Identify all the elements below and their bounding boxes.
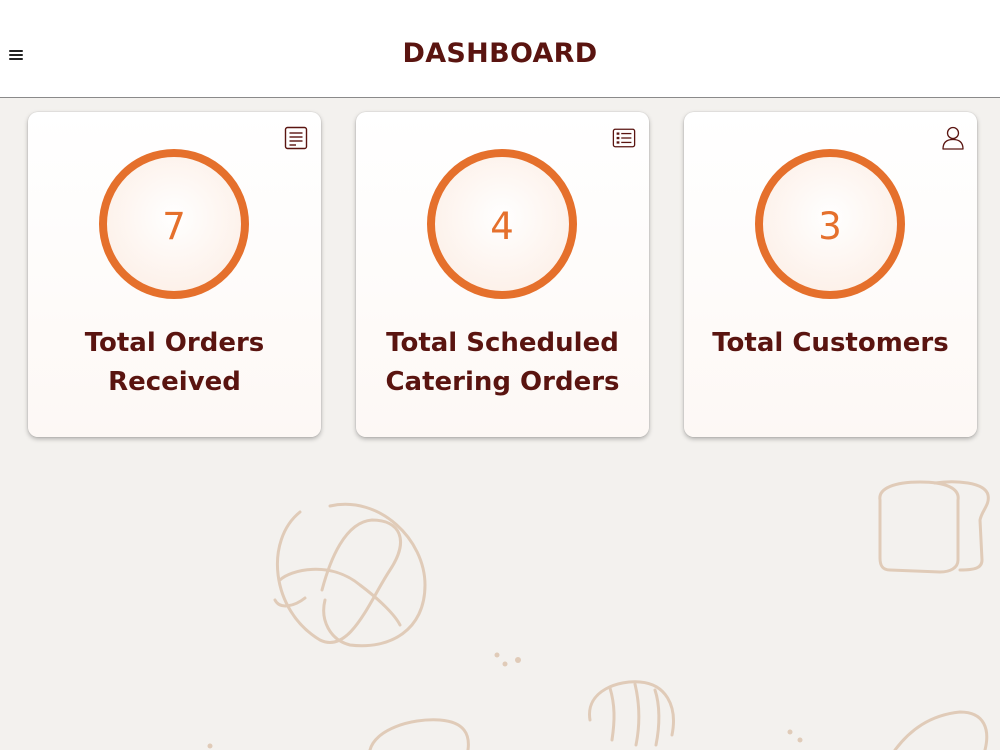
orders-list-icon: [284, 126, 308, 150]
total-orders-card[interactable]: 7 Total Orders Received: [28, 112, 321, 437]
orders-card-label: Total Orders Received: [84, 328, 265, 397]
user-icon: [942, 126, 964, 150]
app-header: DASHBOARD: [0, 0, 1000, 98]
pretzel-icon: [273, 502, 427, 648]
scheduled-catering-card[interactable]: 4 Total Scheduled Catering Orders: [356, 112, 649, 437]
checklist-icon: [612, 128, 636, 148]
total-customers-card[interactable]: 3 Total Customers: [684, 112, 977, 437]
bun-icon: [368, 718, 470, 750]
cake-icon: [893, 710, 989, 750]
customers-card-label: Total Customers: [712, 328, 949, 358]
customers-count-ring: 3: [755, 149, 905, 299]
customers-count: 3: [818, 204, 842, 248]
page-title: DASHBOARD: [402, 38, 598, 69]
orders-count-ring: 7: [99, 149, 249, 299]
catering-count-ring: 4: [427, 149, 577, 299]
bread-icon: [878, 480, 990, 574]
croissant-icon: [588, 680, 675, 747]
orders-count: 7: [162, 204, 186, 248]
catering-card-label: Total Scheduled Catering Orders: [385, 328, 620, 397]
catering-count: 4: [490, 204, 514, 248]
